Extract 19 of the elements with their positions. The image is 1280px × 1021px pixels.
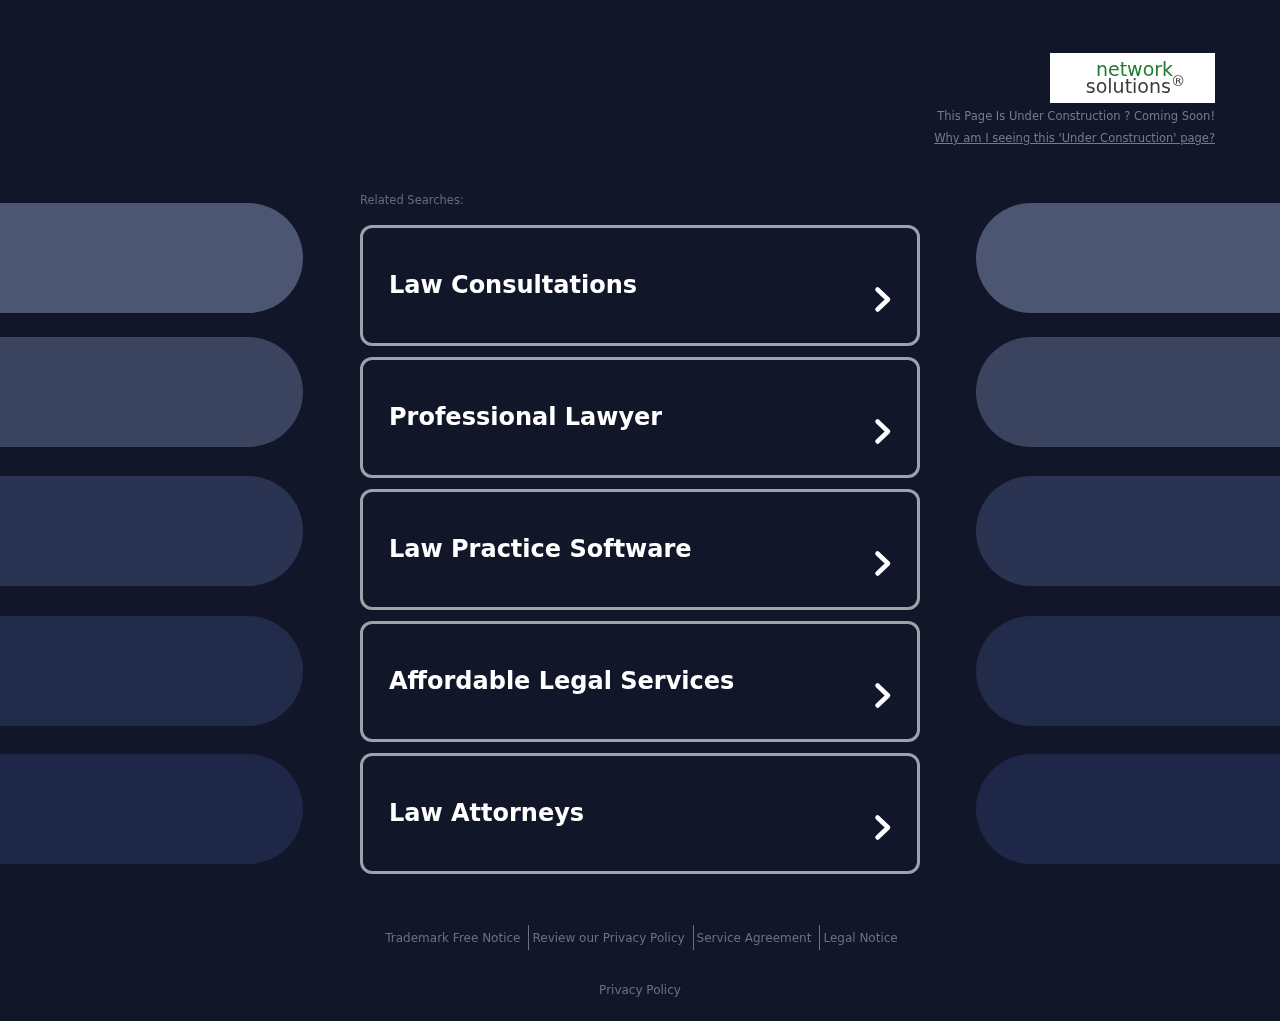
related-search-link[interactable]: Law Practice Software: [360, 489, 920, 610]
chevron-right-icon: [874, 681, 892, 709]
related-search-link[interactable]: Professional Lawyer: [360, 357, 920, 478]
section-heading: Related Searches:: [360, 193, 464, 207]
chevron-right-icon: [874, 417, 892, 445]
footer-link[interactable]: Legal Notice: [823, 929, 898, 946]
related-search-link[interactable]: Law Consultations: [360, 225, 920, 346]
logo-text: network: [1095, 61, 1174, 78]
related-search-link[interactable]: Law Attorneys: [360, 753, 920, 874]
help-link[interactable]: Why am I seeing this 'Under Construction' page?: [934, 130, 1215, 146]
privacy-policy-link[interactable]: Privacy Policy: [599, 982, 681, 998]
footer-link[interactable]: Trademark Free Notice: [385, 929, 521, 946]
footer-link[interactable]: Review our Privacy Policy: [532, 929, 685, 946]
chevron-right-icon: [874, 549, 892, 577]
notice-text: This Page Is Under Construction ? Coming Soon!: [937, 108, 1215, 124]
chevron-right-icon: [874, 285, 892, 313]
related-search-link[interactable]: Affordable Legal Services: [360, 621, 920, 742]
chevron-right-icon: [874, 813, 892, 841]
footer-link[interactable]: Service Agreement: [696, 929, 812, 946]
